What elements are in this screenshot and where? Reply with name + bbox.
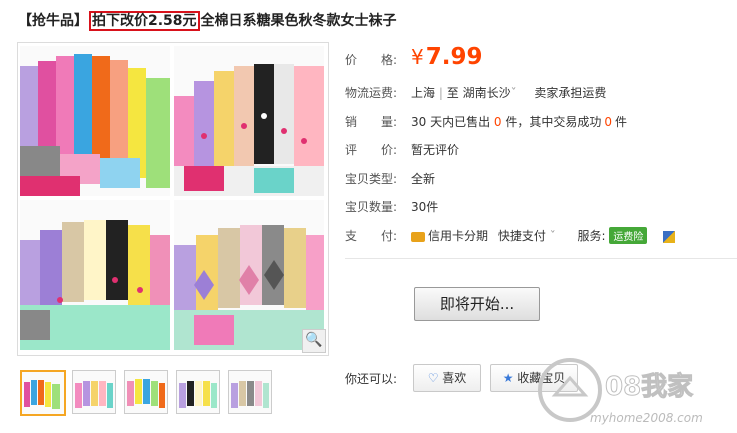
star-icon: ★: [502, 371, 514, 385]
payment-card[interactable]: 信用卡分期: [428, 229, 488, 243]
type-value: 全新: [411, 172, 436, 186]
ship-to: 湖南长沙: [462, 86, 511, 100]
type-row: 宝贝类型: 全新: [345, 170, 435, 187]
product-title: 【抢牛品】 拍下改价2.58元 全棉日系糖果色秋冬款女士袜子: [18, 10, 397, 31]
sales-unit: 件: [615, 115, 628, 129]
shipping-note: 卖家承担运费: [534, 86, 607, 100]
watermark-logo: 08我家: [605, 371, 693, 402]
price-value: 7.99: [425, 44, 483, 70]
thumbnail-3[interactable]: [124, 370, 168, 414]
title-prefix: 【抢牛品】: [18, 13, 88, 29]
price-label: 价 格:: [345, 53, 398, 67]
price-row: 价 格: ¥7.99: [345, 44, 482, 70]
socks-photo-3: [20, 200, 170, 350]
payment-row: 支 付: 信用卡分期 快捷支付 ˇ 服务: 运费险: [345, 227, 676, 244]
ship-to-select[interactable]: 湖南长沙ˇ: [463, 86, 517, 100]
chevron-down-icon: ˇ: [549, 229, 556, 243]
sales-success-count: 0: [604, 115, 613, 129]
quantity-row: 宝贝数量: 30件: [345, 198, 438, 215]
sales-row: 销 量: 30 天内已售出 0 件，其中交易成功 0 件: [345, 113, 627, 130]
heart-icon: ♡: [427, 371, 439, 385]
review-label: 评 价:: [345, 143, 398, 157]
title-text: 全棉日系糖果色秋冬款女士袜子: [200, 13, 397, 29]
socks-photo-4: [174, 200, 324, 350]
watermark-url: myhome2008.com: [590, 411, 703, 425]
sales-pre: 30 天内已售出: [411, 115, 491, 129]
thumbnail-1[interactable]: [20, 370, 66, 416]
chevron-down-icon: ˇ: [510, 86, 517, 100]
main-product-image[interactable]: 🔍: [17, 42, 329, 356]
thumbnail-5[interactable]: [228, 370, 272, 414]
ship-divider: |: [438, 86, 443, 100]
like-label: 喜欢: [442, 371, 467, 385]
quantity-label: 宝贝数量:: [345, 200, 398, 214]
socks-photo-2: [174, 46, 324, 196]
sales-mid: 件，其中交易成功: [505, 115, 602, 129]
currency-symbol: ¥: [411, 45, 424, 69]
thumbnail-2[interactable]: [72, 370, 116, 414]
thumbnail-4[interactable]: [176, 370, 220, 414]
shipping-row: 物流运费: 上海 | 至 湖南长沙ˇ 卖家承担运费: [345, 84, 606, 101]
quantity-value: 30件: [411, 200, 439, 214]
divider: [345, 258, 737, 259]
ship-to-word: 至: [446, 86, 459, 100]
type-label: 宝贝类型:: [345, 172, 398, 186]
like-button[interactable]: ♡ 喜欢: [413, 364, 481, 392]
payment-quick-label: 快捷支付: [497, 229, 546, 243]
sales-label: 销 量:: [345, 115, 398, 129]
socks-photo-1: [20, 46, 170, 196]
review-value: 暂无评价: [411, 143, 460, 157]
sales-sold-count: 0: [493, 115, 502, 129]
card-icon: [411, 231, 425, 242]
watermark: 08我家 myhome2008.com: [530, 350, 730, 430]
magnifier-icon[interactable]: 🔍: [302, 329, 326, 353]
service-icon[interactable]: [663, 230, 676, 243]
service-label: 服务:: [577, 229, 606, 243]
payment-quick[interactable]: 快捷支付 ˇ: [498, 229, 556, 243]
buy-button[interactable]: 即将开始...: [414, 287, 540, 321]
actions-label: 你还可以:: [345, 372, 398, 386]
payment-label: 支 付:: [345, 229, 398, 243]
service-badge[interactable]: 运费险: [609, 227, 648, 244]
shipping-label: 物流运费:: [345, 86, 398, 100]
review-row: 评 价: 暂无评价: [345, 141, 459, 158]
ship-from: 上海: [411, 86, 436, 100]
title-price-highlight: 拍下改价2.58元: [89, 11, 200, 31]
